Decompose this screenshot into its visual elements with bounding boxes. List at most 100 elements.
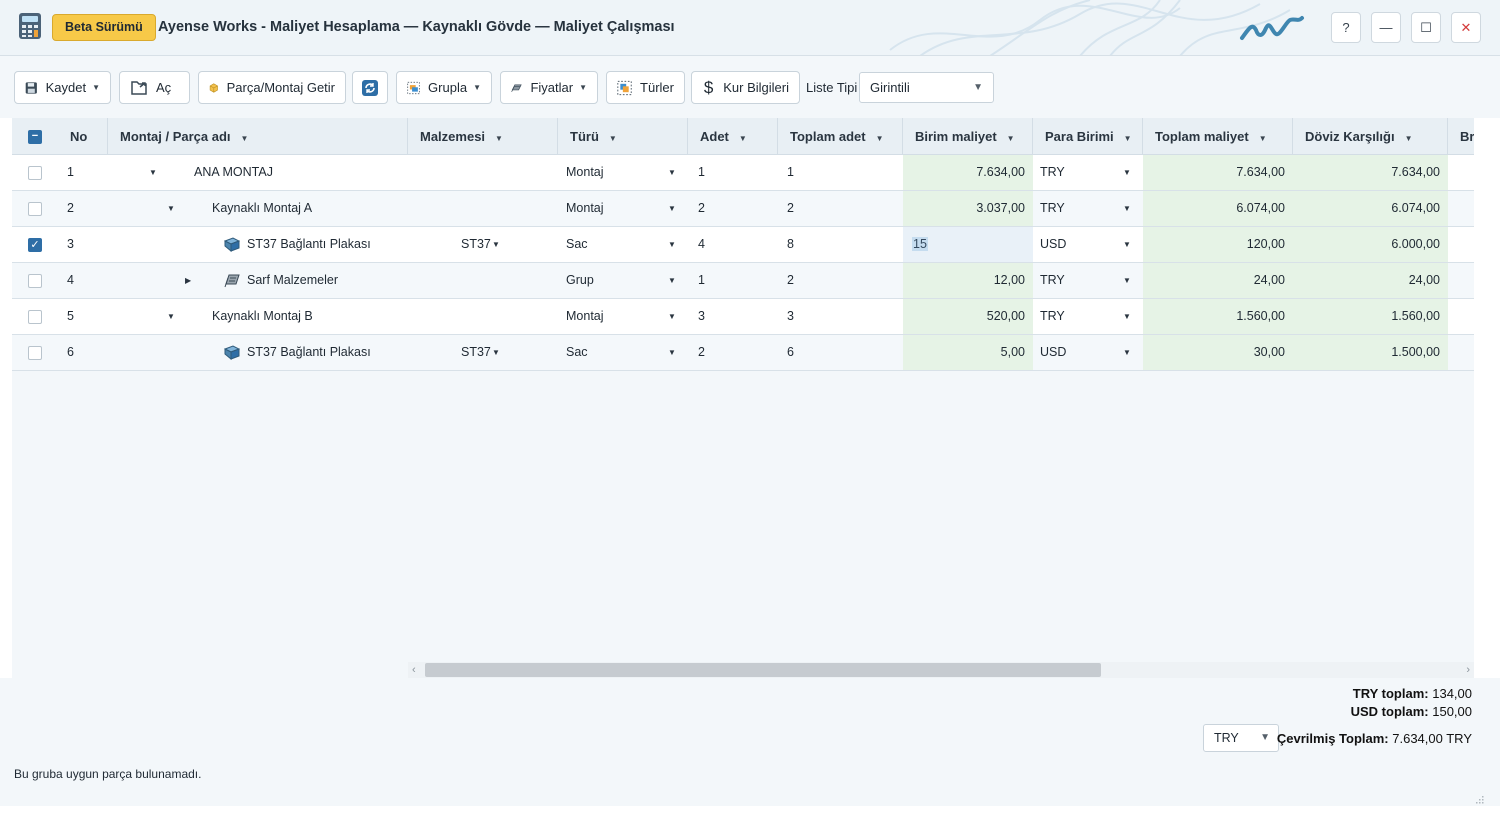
column-header-fx[interactable]: Döviz Karşılığı ▼ <box>1292 118 1448 155</box>
column-header-total-cost[interactable]: Toplam maliyet ▼ <box>1142 118 1293 155</box>
row-currency[interactable]: USD <box>1040 227 1066 262</box>
row-currency[interactable]: TRY <box>1040 263 1065 298</box>
row-unit-cost[interactable]: 12,00 <box>903 263 1033 298</box>
column-header-no[interactable]: No <box>58 118 108 155</box>
scrollbar-thumb[interactable] <box>425 663 1101 677</box>
chevron-down-icon[interactable]: ▼ <box>668 168 676 177</box>
save-button[interactable]: Kaydet ▼ <box>14 71 111 104</box>
sheet-metal-part-icon <box>224 237 240 252</box>
column-header-currency[interactable]: Para Birimi ▼ <box>1032 118 1143 155</box>
row-type[interactable]: Montaj <box>566 299 604 334</box>
horizontal-scrollbar[interactable]: ‹ › <box>408 662 1474 678</box>
row-material[interactable]: ST37 <box>461 335 491 370</box>
chevron-down-icon[interactable]: ▼ <box>1123 276 1131 285</box>
scroll-left-icon[interactable]: ‹ <box>412 662 416 678</box>
row-qty[interactable]: 2 <box>698 191 705 226</box>
column-header-material[interactable]: Malzemesi ▼ <box>407 118 558 155</box>
resize-grip-icon[interactable] <box>1474 794 1484 804</box>
row-currency[interactable]: TRY <box>1040 299 1065 334</box>
row-unit-cost[interactable]: 5,00 <box>903 335 1033 370</box>
target-currency-select[interactable]: TRY ▼ <box>1203 724 1279 752</box>
row-qty[interactable]: 4 <box>698 227 705 262</box>
table-row[interactable]: 4 ▶ Sarf Malzemeler Grup ▼ 1 2 12,00 TRY… <box>12 263 1474 299</box>
column-header-extra[interactable]: Bri <box>1447 118 1474 155</box>
scroll-right-icon[interactable]: › <box>1466 662 1470 678</box>
minimize-button[interactable]: — <box>1371 12 1401 43</box>
row-checkbox[interactable] <box>28 310 42 324</box>
sort-icon: ▼ <box>1404 134 1413 143</box>
open-button[interactable]: Aç <box>119 71 190 104</box>
group-button[interactable]: Grupla ▼ <box>396 71 492 104</box>
column-header-total-qty[interactable]: Toplam adet ▼ <box>777 118 903 155</box>
row-qty[interactable]: 2 <box>698 335 705 370</box>
refresh-button[interactable] <box>352 71 388 104</box>
chevron-down-icon[interactable]: ▼ <box>668 240 676 249</box>
row-currency[interactable]: TRY <box>1040 191 1065 226</box>
row-currency[interactable]: TRY <box>1040 155 1065 190</box>
refresh-icon <box>362 79 378 96</box>
usd-total-label: USD toplam: <box>1350 704 1429 719</box>
collapse-arrow-icon[interactable]: ▶ <box>185 276 191 285</box>
row-material[interactable]: ST37 <box>461 227 491 262</box>
chevron-down-icon[interactable]: ▼ <box>1123 240 1131 249</box>
chevron-down-icon[interactable]: ▼ <box>668 276 676 285</box>
row-checkbox[interactable] <box>28 166 42 180</box>
chevron-down-icon[interactable]: ▼ <box>668 348 676 357</box>
expand-arrow-icon[interactable]: ▼ <box>149 168 157 177</box>
types-button[interactable]: Türler <box>606 71 685 104</box>
table-row[interactable]: 1 ▼ ANA MONTAJ Montaj ▼ 1 1 7.634,00 TRY… <box>12 155 1474 191</box>
chevron-down-icon[interactable]: ▼ <box>1123 168 1131 177</box>
row-checkbox[interactable] <box>28 274 42 288</box>
sort-icon: ▼ <box>875 134 884 143</box>
table-row[interactable]: 2 ▼ Kaynaklı Montaj A Montaj ▼ 2 2 3.037… <box>12 191 1474 227</box>
column-header-name[interactable]: Montaj / Parça adı ▼ <box>107 118 408 155</box>
chevron-down-icon[interactable]: ▼ <box>492 240 500 249</box>
prices-button[interactable]: Fiyatlar ▼ <box>500 71 598 104</box>
table-row[interactable]: 5 ▼ Kaynaklı Montaj B Montaj ▼ 3 3 520,0… <box>12 299 1474 335</box>
chevron-down-icon[interactable]: ▼ <box>1123 312 1131 321</box>
table-row[interactable]: 6 ST37 Bağlantı Plakası ST37 ▼ Sac ▼ 2 6… <box>12 335 1474 371</box>
expand-arrow-icon[interactable]: ▼ <box>167 312 175 321</box>
chevron-down-icon: ▼ <box>1260 732 1270 743</box>
row-unit-cost[interactable]: 7.634,00 <box>903 155 1033 190</box>
exchange-rates-button[interactable]: $ Kur Bilgileri <box>691 71 800 104</box>
chevron-down-icon[interactable]: ▼ <box>1123 348 1131 357</box>
column-header-type[interactable]: Türü ▼ <box>557 118 688 155</box>
fetch-part-button[interactable]: Parça/Montaj Getir <box>198 71 346 104</box>
column-header-qty[interactable]: Adet ▼ <box>687 118 778 155</box>
row-type[interactable]: Montaj <box>566 155 604 190</box>
expand-arrow-icon[interactable]: ▼ <box>167 204 175 213</box>
calculator-app-icon <box>19 13 41 39</box>
row-qty[interactable]: 3 <box>698 299 705 334</box>
row-type[interactable]: Sac <box>566 227 588 262</box>
row-qty[interactable]: 1 <box>698 263 705 298</box>
row-type[interactable]: Grup <box>566 263 594 298</box>
chevron-down-icon[interactable]: ▼ <box>668 204 676 213</box>
chevron-down-icon[interactable]: ▼ <box>492 348 500 357</box>
table-row[interactable]: ✓ 3 ST37 Bağlantı Plakası ST37 ▼ Sac ▼ 4… <box>12 227 1474 263</box>
row-type[interactable]: Sac <box>566 335 588 370</box>
row-type[interactable]: Montaj <box>566 191 604 226</box>
chevron-down-icon[interactable]: ▼ <box>1123 204 1131 213</box>
list-type-select[interactable]: Girintili ▼ <box>859 72 994 103</box>
usd-total: USD toplam: 150,00 <box>1351 704 1472 719</box>
close-button[interactable]: ✕ <box>1451 12 1481 43</box>
row-qty[interactable]: 1 <box>698 155 705 190</box>
row-checkbox[interactable]: ✓ <box>28 238 42 252</box>
row-currency[interactable]: USD <box>1040 335 1066 370</box>
row-unit-cost[interactable]: 520,00 <box>903 299 1033 334</box>
maximize-button[interactable]: ☐ <box>1411 12 1441 43</box>
row-unit-cost[interactable]: 3.037,00 <box>903 191 1033 226</box>
row-checkbox[interactable] <box>28 202 42 216</box>
row-checkbox[interactable] <box>28 346 42 360</box>
converted-total: Çevrilmiş Toplam: 7.634,00 TRY <box>1277 731 1472 746</box>
unit-cost-editor[interactable]: 15 <box>903 227 1033 262</box>
help-button[interactable]: ? <box>1331 12 1361 43</box>
column-header-unit-cost[interactable]: Birim maliyet ▼ <box>902 118 1033 155</box>
unit-cost-edit-value[interactable]: 15 <box>912 237 928 251</box>
select-all-checkbox[interactable]: − <box>28 130 42 144</box>
try-total: TRY toplam: 134,00 <box>1353 686 1472 701</box>
row-total-cost: 24,00 <box>1143 263 1293 298</box>
package-icon <box>209 82 218 93</box>
chevron-down-icon[interactable]: ▼ <box>668 312 676 321</box>
